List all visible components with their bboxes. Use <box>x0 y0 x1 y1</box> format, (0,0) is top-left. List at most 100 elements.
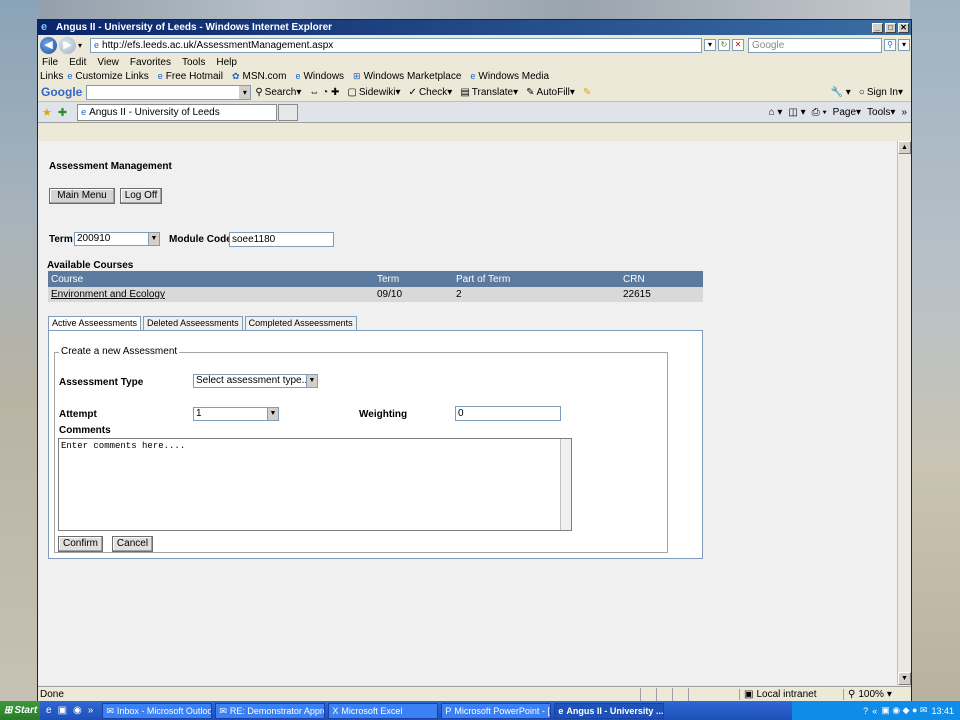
menu-favorites[interactable]: Favorites <box>130 57 171 68</box>
menu-file[interactable]: File <box>42 57 58 68</box>
menu-edit[interactable]: Edit <box>69 57 86 68</box>
google-translate-button[interactable]: ▤ Translate ▾ <box>460 87 518 98</box>
stop-icon[interactable]: ✕ <box>732 39 745 51</box>
page-menu[interactable]: Page ▾ <box>833 107 861 118</box>
course-crn: 22615 <box>620 287 703 302</box>
confirm-button[interactable]: Confirm <box>58 536 103 552</box>
window-title: Angus II - University of Leeds - Windows… <box>56 22 333 33</box>
new-tab-button[interactable] <box>278 103 299 121</box>
address-dropdown-icon[interactable]: ▾ <box>704 39 717 51</box>
title-bar: e Angus II - University of Leeds - Windo… <box>38 20 911 35</box>
translate-icon: ▤ <box>460 86 470 98</box>
link-msn[interactable]: ✿ MSN.com <box>232 71 286 82</box>
sign-in-icon: ○ <box>858 86 865 98</box>
available-courses-heading: Available Courses <box>47 260 134 271</box>
wrench-icon[interactable]: 🔧 ▾ <box>831 87 851 98</box>
tray-apps-icons[interactable]: ▣ ◉ ◆ ● ✉ <box>881 705 927 716</box>
page-scrollbar[interactable]: ▲ ▼ <box>897 141 911 685</box>
assessment-type-select[interactable]: Select assessment type.... ▼ <box>193 374 318 388</box>
ie-quicklaunch-icon[interactable]: e <box>46 705 52 716</box>
search-options-icon[interactable]: ▾ <box>898 39 911 51</box>
zoom-control[interactable]: ⚲ 100% ▾ <box>843 688 903 700</box>
cancel-button[interactable]: Cancel <box>112 536 153 552</box>
tab-bar: ★ ✚ e Angus II - University of Leeds ⌂ ▾… <box>38 102 911 123</box>
zoom-icon: ⚲ <box>848 688 856 700</box>
link-windows[interactable]: e Windows <box>295 71 344 82</box>
tools-menu[interactable]: Tools ▾ <box>867 107 895 118</box>
desktop-icon[interactable]: ▣ <box>58 705 67 716</box>
history-dropdown-icon[interactable]: ▾ <box>78 41 82 50</box>
link-customize-links[interactable]: e Customize Links <box>67 71 148 82</box>
attempt-select[interactable]: 1 ▼ <box>193 407 279 421</box>
courses-table: Course Term Part of Term CRN Environment… <box>48 271 703 302</box>
taskbar-item-excel[interactable]: X Microsoft Excel <box>328 702 439 719</box>
tab-completed-assessments[interactable]: Completed Asseessments <box>244 316 357 330</box>
link-free-hotmail[interactable]: e Free Hotmail <box>158 71 223 82</box>
log-off-button[interactable]: Log Off <box>120 188 162 204</box>
links-bar: Links e Customize Links e Free Hotmail ✿ MS… <box>38 69 911 83</box>
taskbar-item-ie[interactable]: e Angus II - University ... <box>554 702 665 719</box>
course-link[interactable]: Environment and Ecology <box>48 287 374 302</box>
minimize-button[interactable]: _ <box>872 22 883 33</box>
security-zone[interactable]: ▣ Local intranet <box>739 688 843 700</box>
tray-expand-icon[interactable]: « <box>872 706 877 716</box>
menu-tools[interactable]: Tools <box>182 57 205 68</box>
google-search-input[interactable] <box>86 84 252 100</box>
comments-textarea[interactable]: Enter comments here.... <box>58 438 572 531</box>
browser-tab-active[interactable]: e Angus II - University of Leeds <box>77 103 278 121</box>
toolbar-icons-group[interactable]: ⇔ ◔ ✚ <box>309 87 339 98</box>
close-button[interactable]: ✕ <box>898 22 909 33</box>
toolbar-overflow-icon[interactable]: » <box>901 107 907 118</box>
table-header-row: Course Term Part of Term CRN <box>48 271 703 287</box>
scroll-up-icon[interactable]: ▲ <box>898 141 911 154</box>
refresh-icon[interactable]: ↻ <box>718 39 731 51</box>
google-search-button[interactable]: ⚲ Search ▾ <box>255 87 301 98</box>
tab-deleted-assessments[interactable]: Deleted Asseessments <box>143 316 243 330</box>
status-text: Done <box>40 688 64 700</box>
menu-help[interactable]: Help <box>216 57 237 68</box>
search-go-icon[interactable]: ⚲ <box>884 39 897 51</box>
page-icon: e <box>94 39 100 50</box>
email-icon: ✉ <box>219 705 227 716</box>
start-button[interactable]: ⊞ Start <box>0 701 40 720</box>
back-button[interactable]: ◀ <box>40 36 57 54</box>
term-label: Term <box>49 234 73 245</box>
print-icon[interactable]: ⎙ ▾ <box>812 107 827 118</box>
weighting-input[interactable]: 0 <box>455 406 561 421</box>
url-input[interactable]: e http://efs.leeds.ac.uk/AssessmentManag… <box>90 37 703 53</box>
column-header-course: Course <box>48 271 374 287</box>
menu-view[interactable]: View <box>97 57 119 68</box>
google-check-button[interactable]: ✓ Check ▾ <box>409 87 453 98</box>
add-favorites-icon[interactable]: ✚ <box>58 106 67 119</box>
textarea-scrollbar[interactable] <box>560 439 571 530</box>
help-icon[interactable]: ? <box>863 706 868 716</box>
link-windows-marketplace[interactable]: ⊞ Windows Marketplace <box>353 71 461 82</box>
home-icon[interactable]: ⌂ ▾ <box>769 107 783 118</box>
scroll-down-icon[interactable]: ▼ <box>898 672 911 685</box>
google-sidewiki-button[interactable]: ▢ Sidewiki ▾ <box>347 87 400 98</box>
google-autofill-button[interactable]: ✎ AutoFill ▾ <box>526 87 575 98</box>
table-row: Environment and Ecology 09/10 2 22615 <box>48 287 703 302</box>
highlight-icon[interactable]: ✎ <box>583 87 591 98</box>
module-code-input[interactable]: soee1180 <box>229 232 334 247</box>
media-icon[interactable]: ◉ <box>73 705 82 716</box>
term-select[interactable]: 200910 ▼ <box>74 232 160 246</box>
ie-icon: e <box>558 705 564 716</box>
feeds-icon[interactable]: ◫ ▾ <box>788 107 805 118</box>
taskbar-item-email[interactable]: ✉ RE: Demonstrator Appro... <box>215 702 326 719</box>
desktop-background-right <box>910 0 960 720</box>
search-input[interactable]: Google <box>748 37 883 53</box>
page-content: Assessment Management Main Menu Log Off … <box>38 141 898 685</box>
quicklaunch-overflow-icon[interactable]: » <box>88 705 94 716</box>
taskbar-item-outlook[interactable]: ✉ Inbox - Microsoft Outlook <box>102 702 213 719</box>
tab-active-assessments[interactable]: Active Asseessments <box>48 316 142 331</box>
link-windows-media[interactable]: e Windows Media <box>470 71 549 82</box>
favorites-star-icon[interactable]: ★ <box>42 106 52 119</box>
forward-button[interactable]: ▶ <box>59 36 76 54</box>
maximize-button[interactable]: □ <box>885 22 896 33</box>
main-menu-button[interactable]: Main Menu <box>49 188 115 204</box>
taskbar-item-powerpoint[interactable]: P Microsoft PowerPoint - [... <box>441 702 552 719</box>
system-tray: ? « ▣ ◉ ◆ ● ✉ 13:41 <box>792 701 960 720</box>
desktop-background-left <box>0 0 40 720</box>
google-sign-in[interactable]: ○ Sign In ▾ <box>859 87 903 98</box>
